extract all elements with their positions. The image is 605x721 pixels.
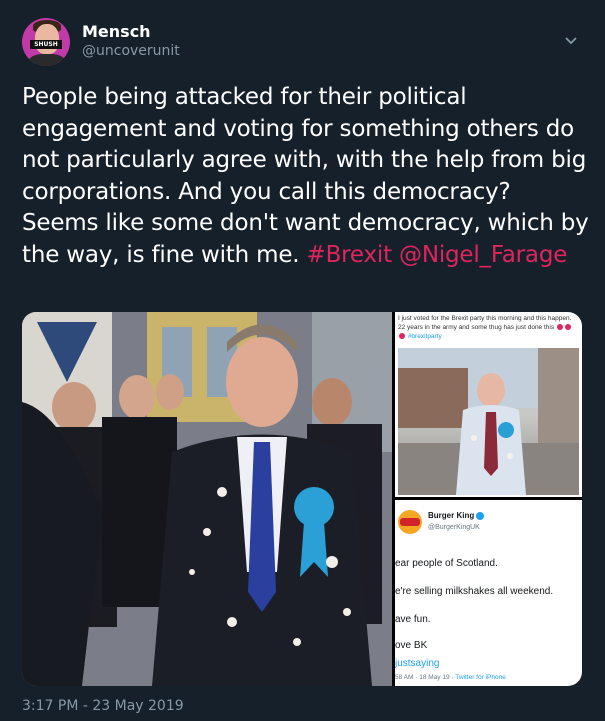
burger-king-name: Burger King (428, 511, 485, 520)
burger-king-logo-icon (398, 510, 422, 534)
bk-text-line: e're selling milkshakes all weekend. (395, 586, 554, 597)
bk-meta: 58 AM · 18 May 19 · Twitter for iPhone (395, 674, 506, 681)
avatar-shirt (28, 54, 66, 66)
mention-link[interactable]: @Nigel_Farage (399, 242, 567, 268)
avatar-badge-text: SHUSH (30, 40, 62, 49)
embedded-tweet-caption-text: I just voted for the Brexit party this m… (398, 315, 572, 331)
tweet-header: SHUSH Mensch @uncoverunit (22, 18, 587, 70)
bk-text-line: ave fun. (395, 614, 431, 625)
author-display-name[interactable]: Mensch (82, 22, 151, 41)
media-photo-burger-king-tweet[interactable]: Burger King @BurgerKingUK ear people of … (395, 500, 582, 686)
bk-hashtag: justsaying (395, 658, 440, 669)
embedded-tweet-photo (398, 348, 579, 495)
burger-king-name-text: Burger King (428, 511, 475, 520)
embedded-tweet-hashtag: #brexitparty (407, 333, 442, 340)
bk-text-line: ear people of Scotland. (395, 558, 498, 569)
burger-king-handle: @BurgerKingUK (428, 524, 480, 531)
tweet-timestamp[interactable]: 3:17 PM - 23 May 2019 (22, 698, 184, 714)
media-photo-main[interactable] (22, 312, 392, 686)
media-grid[interactable]: I just voted for the Brexit party this m… (22, 312, 582, 686)
media-photo-tweet-screenshot[interactable]: I just voted for the Brexit party this m… (395, 312, 582, 497)
emoji-icon (556, 324, 563, 331)
bk-meta-source: Twitter for iPhone (455, 674, 506, 681)
embedded-tweet-caption: I just voted for the Brexit party this m… (398, 314, 578, 341)
verified-badge-icon (476, 511, 485, 520)
avatar[interactable]: SHUSH (22, 18, 70, 66)
bk-text-line: ove BK (395, 640, 428, 651)
chevron-down-icon[interactable] (563, 32, 579, 48)
author-handle[interactable]: @uncoverunit (82, 43, 180, 59)
tweet-body: People being attacked for their politica… (22, 84, 589, 268)
main-photo-illustration (22, 312, 392, 686)
emoji-icon (399, 333, 405, 340)
man-splattered-illustration (398, 348, 579, 495)
avatar-face (35, 24, 59, 54)
burger-king-logo-band (400, 518, 420, 526)
emoji-icon (564, 324, 571, 331)
bk-meta-time: 58 AM · 18 May 19 · (395, 674, 454, 681)
tweet-text: People being attacked for their politica… (22, 82, 592, 271)
hashtag-link[interactable]: #Brexit (307, 242, 393, 268)
